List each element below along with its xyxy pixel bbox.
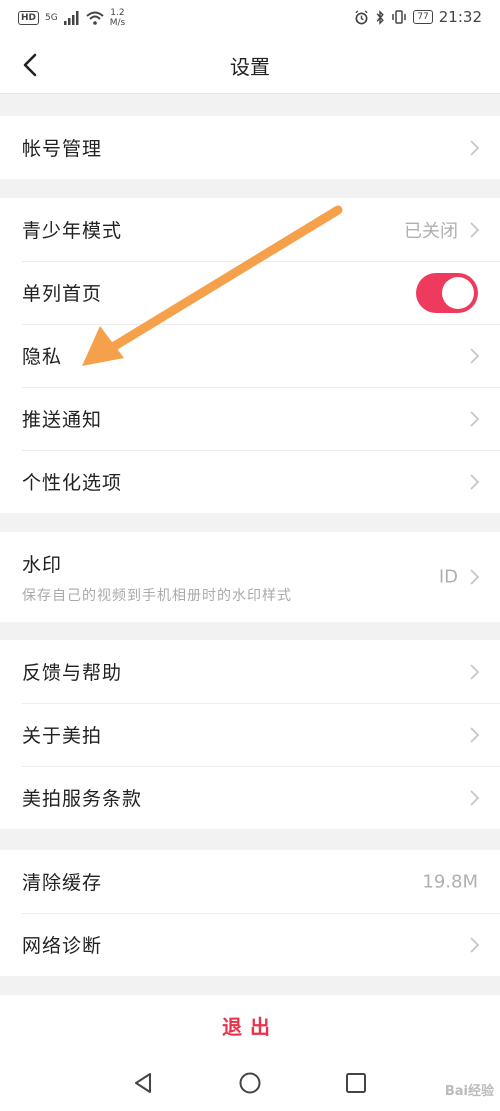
storage-group: 清除缓存 19.8M 网络诊断 [0,850,500,976]
chevron-right-icon [470,410,480,427]
about-meipai-row[interactable]: 关于美拍 [0,703,500,766]
status-bar: HD 5G 1.2 M/s 77 21:32 [0,0,500,36]
chevron-right-icon [470,726,480,743]
logout-bar: 退出 [0,995,500,1055]
battery-icon: 77 [413,10,433,24]
account-group: 帐号管理 [0,116,500,179]
alarm-icon [355,9,368,24]
personalization-label: 个性化选项 [22,472,123,494]
chevron-right-icon [470,569,480,585]
account-management-row[interactable]: 帐号管理 [0,116,500,179]
toggle-knob [442,276,474,309]
preferences-group: 青少年模式 已关闭 单列首页 隐私 推送通知 个性化选项 [0,198,500,513]
privacy-label: 隐私 [22,346,63,368]
net-speed-value: 1.2 [110,8,125,18]
privacy-row[interactable]: 隐私 [0,324,500,387]
push-notifications-row[interactable]: 推送通知 [0,387,500,450]
signal-icon [63,11,79,25]
feedback-help-row[interactable]: 反馈与帮助 [0,640,500,703]
terms-of-service-label: 美拍服务条款 [22,788,143,810]
teen-mode-status: 已关闭 [404,220,458,242]
personalization-row[interactable]: 个性化选项 [0,450,500,513]
single-column-home-row: 单列首页 [0,261,500,324]
net-speed-unit: M/s [109,18,126,28]
network-label: 5G [45,13,58,23]
feedback-help-label: 反馈与帮助 [22,662,123,684]
system-nav-bar [0,1055,500,1111]
watermark-row[interactable]: 水印 保存自己的视频到手机相册时的水印样式 ID [0,532,500,622]
baidu-watermark: Bai经验 [444,1084,494,1099]
network-diagnosis-row[interactable]: 网络诊断 [0,913,500,976]
chevron-right-icon [470,221,480,238]
network-diagnosis-label: 网络诊断 [22,935,103,957]
chevron-right-icon [470,139,480,156]
teen-mode-label: 青少年模式 [22,220,123,242]
clear-cache-row[interactable]: 清除缓存 19.8M [0,850,500,913]
terms-of-service-row[interactable]: 美拍服务条款 [0,766,500,829]
status-left: HD 5G 1.2 M/s [18,8,125,28]
net-speed: 1.2 M/s [110,8,126,28]
nav-back-icon[interactable] [131,1071,155,1095]
chevron-right-icon [470,789,480,806]
vibrate-icon [392,10,407,24]
watermark-value: ID [438,566,458,588]
clock: 21:32 [438,8,482,26]
wifi-icon [86,11,104,25]
clear-cache-label: 清除缓存 [22,872,103,894]
nav-recents-icon[interactable] [344,1071,368,1095]
teen-mode-row[interactable]: 青少年模式 已关闭 [0,198,500,261]
logout-button[interactable]: 退出 [0,1011,500,1040]
bluetooth-icon [376,9,385,25]
push-notifications-label: 推送通知 [22,409,103,431]
nav-home-icon[interactable] [238,1071,262,1095]
status-right: 77 21:32 [354,8,482,26]
watermark-label: 水印 [22,553,63,576]
account-management-label: 帐号管理 [22,138,103,160]
about-group: 反馈与帮助 关于美拍 美拍服务条款 [0,640,500,829]
single-column-home-label: 单列首页 [22,283,103,305]
chevron-right-icon [470,663,480,680]
watermark-subtitle: 保存自己的视频到手机相册时的水印样式 [22,587,292,604]
cache-size: 19.8M [422,871,478,892]
about-meipai-label: 关于美拍 [22,725,103,747]
chevron-right-icon [470,936,480,953]
nav-header: 设置 [0,36,500,94]
hd-badge: HD [18,11,40,25]
chevron-right-icon [470,473,480,490]
chevron-right-icon [470,347,480,364]
single-column-home-toggle[interactable] [416,272,478,313]
page-title: 设置 [230,55,270,79]
watermark-group: 水印 保存自己的视频到手机相册时的水印样式 ID [0,532,500,622]
